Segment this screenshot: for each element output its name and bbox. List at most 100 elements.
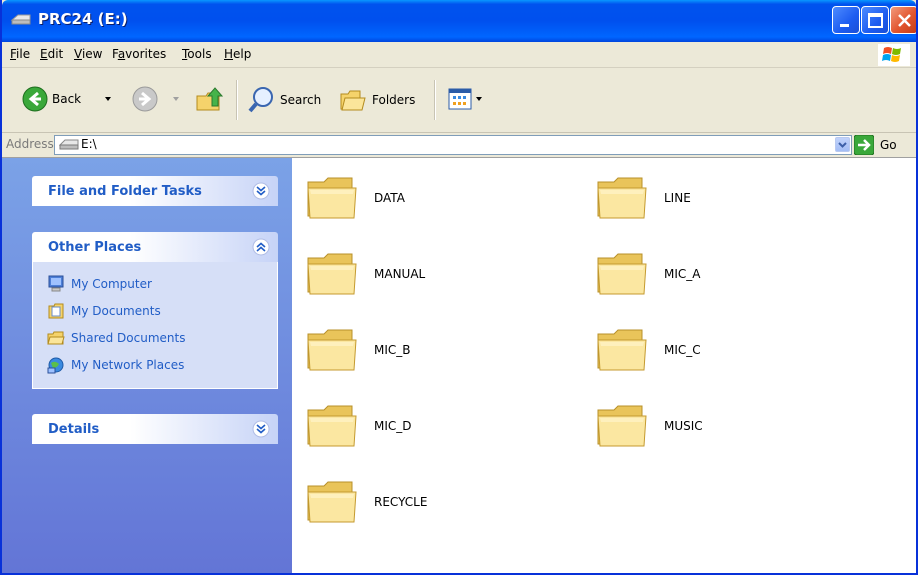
folder-item[interactable]: LINE (594, 168, 874, 228)
address-input[interactable]: E:\ (54, 135, 852, 155)
views-dropdown-arrow[interactable] (476, 97, 482, 101)
address-value: E:\ (81, 137, 97, 151)
place-shared-documents[interactable]: Shared Documents (33, 324, 277, 351)
folder-view: DATA LINE MANUAL MIC_A MIC_B MIC_C MIC_D MUSIC R… (294, 158, 916, 573)
file-folder-tasks-title: File and Folder Tasks (48, 184, 202, 199)
back-label: Back (52, 92, 82, 106)
file-folder-tasks-panel: File and Folder Tasks (32, 176, 278, 206)
folder-item[interactable]: MUSIC (594, 396, 874, 456)
folder-icon (597, 253, 647, 295)
folder-name: RECYCLE (374, 495, 428, 509)
address-label: Address (6, 137, 54, 151)
search-label: Search (280, 93, 322, 107)
folder-icon (307, 329, 357, 371)
expand-chevron-icon[interactable] (252, 420, 270, 438)
minimize-icon (840, 24, 849, 27)
place-my-computer[interactable]: My Computer (33, 270, 277, 297)
place-my-network-places[interactable]: My Network Places (33, 351, 277, 378)
minimize-button[interactable] (832, 6, 860, 34)
folder-name: MUSIC (664, 419, 703, 433)
menu-file[interactable]: File (10, 47, 30, 61)
folder-icon (307, 177, 357, 219)
folder-name: MIC_D (374, 419, 412, 433)
task-pane: File and Folder Tasks Other Places My Co… (2, 158, 292, 573)
folders-label: Folders (372, 93, 416, 107)
close-icon (898, 14, 911, 27)
expand-chevron-icon[interactable] (252, 182, 270, 200)
folder-icon (307, 253, 357, 295)
go-label: Go (880, 138, 897, 152)
address-bar: Address E:\ Go (2, 133, 916, 158)
forward-arrow-icon (132, 86, 158, 112)
folder-item[interactable]: MIC_C (594, 320, 874, 380)
drive-icon (59, 139, 79, 150)
file-folder-tasks-header[interactable]: File and Folder Tasks (32, 176, 278, 206)
toolbar-separator (434, 80, 436, 120)
toolbar-separator (236, 80, 238, 120)
other-places-title: Other Places (48, 240, 142, 255)
content-area: File and Folder Tasks Other Places My Co… (2, 158, 916, 573)
title-bar[interactable]: PRC24 (E:) (2, 0, 916, 42)
folder-item[interactable]: DATA (304, 168, 584, 228)
windows-logo-icon (878, 44, 910, 66)
back-dropdown-arrow[interactable] (105, 97, 111, 101)
shared-documents-icon (47, 331, 65, 344)
chevron-down-icon (838, 142, 847, 148)
folder-item[interactable]: RECYCLE (304, 472, 584, 532)
folder-icon (307, 405, 357, 447)
views-button[interactable] (448, 88, 472, 110)
go-arrow-icon (854, 135, 874, 155)
details-title: Details (48, 422, 100, 437)
up-folder-icon (196, 87, 224, 111)
menu-favorites[interactable]: Favorites (112, 47, 166, 61)
details-header[interactable]: Details (32, 414, 278, 444)
my-documents-icon (48, 303, 64, 318)
menu-view[interactable]: View (74, 47, 102, 61)
folder-name: DATA (374, 191, 405, 205)
folders-icon (340, 90, 366, 111)
other-places-body: My Computer My Documents Shared Document… (32, 262, 278, 389)
back-button[interactable]: Back (22, 86, 81, 112)
folder-name: MIC_B (374, 343, 411, 357)
menu-bar: File Edit View Favorites Tools Help (2, 42, 916, 68)
network-places-icon (47, 357, 64, 373)
explorer-window: PRC24 (E:) File Edit View Favorites Tool… (0, 0, 918, 575)
other-places-header[interactable]: Other Places (32, 232, 278, 262)
folders-button[interactable]: Folders (338, 86, 415, 114)
up-folder-button[interactable] (194, 84, 224, 114)
drive-icon (10, 14, 31, 25)
folder-name: LINE (664, 191, 691, 205)
folder-item[interactable]: MIC_A (594, 244, 874, 304)
go-button[interactable]: Go (854, 135, 897, 155)
folder-item[interactable]: MIC_B (304, 320, 584, 380)
forward-button[interactable] (132, 86, 158, 112)
folder-icon (307, 481, 357, 523)
views-icon (448, 88, 472, 110)
address-dropdown-button[interactable] (835, 137, 850, 152)
back-arrow-icon (22, 86, 48, 112)
maximize-icon (868, 13, 883, 28)
details-panel: Details (32, 414, 278, 444)
search-button[interactable]: Search (248, 86, 321, 114)
folder-item[interactable]: MIC_D (304, 396, 584, 456)
other-places-panel: Other Places My Computer My Documents Sh… (32, 232, 278, 389)
folder-icon (597, 405, 647, 447)
menu-tools[interactable]: Tools (182, 47, 212, 61)
search-icon (248, 87, 273, 113)
maximize-button[interactable] (861, 6, 889, 34)
my-computer-icon (48, 275, 64, 291)
folder-item[interactable]: MANUAL (304, 244, 584, 304)
folder-name: MANUAL (374, 267, 426, 281)
close-button[interactable] (890, 6, 916, 34)
folder-name: MIC_A (664, 267, 701, 281)
folder-icon (597, 177, 647, 219)
forward-dropdown-arrow[interactable] (173, 97, 179, 101)
folder-name: MIC_C (664, 343, 701, 357)
toolbar: Back Search Folders (2, 68, 916, 133)
menu-help[interactable]: Help (224, 47, 251, 61)
window-title: PRC24 (E:) (38, 10, 128, 28)
collapse-chevron-icon[interactable] (252, 238, 270, 256)
folder-icon (597, 329, 647, 371)
place-my-documents[interactable]: My Documents (33, 297, 277, 324)
menu-edit[interactable]: Edit (40, 47, 63, 61)
